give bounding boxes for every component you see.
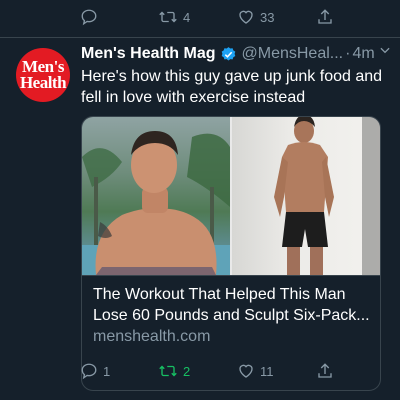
share-button[interactable] (316, 8, 334, 26)
tweet-text: Here's how this guy gave up junk food an… (81, 68, 383, 106)
chevron-down-icon[interactable] (378, 43, 392, 57)
like-count: 33 (260, 9, 275, 25)
like-button[interactable]: 33 (237, 8, 274, 26)
share-button[interactable] (316, 362, 334, 380)
tweet-actions: 1 2 11 (0, 356, 400, 386)
retweet-count: 2 (183, 363, 191, 379)
verified-icon (221, 46, 235, 61)
tweet-time[interactable]: 4m (352, 45, 374, 63)
retweet-icon (159, 11, 177, 23)
retweet-button[interactable]: 2 (158, 362, 190, 380)
retweet-icon (159, 365, 177, 377)
before-photo (82, 117, 230, 275)
retweet-button[interactable]: 4 (158, 8, 190, 26)
avatar-logo-line2: Health (19, 73, 67, 92)
author-name[interactable]: Men's Health Mag (81, 45, 216, 63)
link-card[interactable]: The Workout That Helped This Man Lose 60… (81, 116, 381, 391)
like-icon (239, 10, 253, 24)
like-icon (239, 364, 253, 378)
tweet-header: Men's Health Mag @MensHeal... · 4m (81, 43, 391, 65)
like-count: 11 (260, 363, 274, 379)
reply-icon (81, 9, 97, 26)
like-button[interactable]: 11 (237, 362, 274, 380)
reply-button[interactable]: 1 (80, 362, 110, 380)
card-title: The Workout That Helped This Man Lose 60… (93, 286, 370, 324)
after-photo (232, 117, 380, 275)
reply-count: 1 (103, 363, 111, 379)
share-icon (318, 9, 332, 24)
share-icon (318, 363, 332, 378)
separator-dot: · (345, 45, 351, 62)
reply-icon (81, 363, 97, 380)
retweet-count: 4 (183, 9, 191, 25)
card-domain: menshealth.com (93, 328, 211, 345)
card-image (82, 117, 380, 275)
tweet[interactable]: Men's Health Men's Health Mag @MensHeal.… (0, 38, 400, 400)
reply-button[interactable] (80, 8, 103, 26)
previous-tweet-actions: 4 33 (0, 2, 400, 32)
author-handle[interactable]: @MensHeal... (242, 45, 344, 63)
avatar[interactable]: Men's Health (16, 48, 70, 102)
